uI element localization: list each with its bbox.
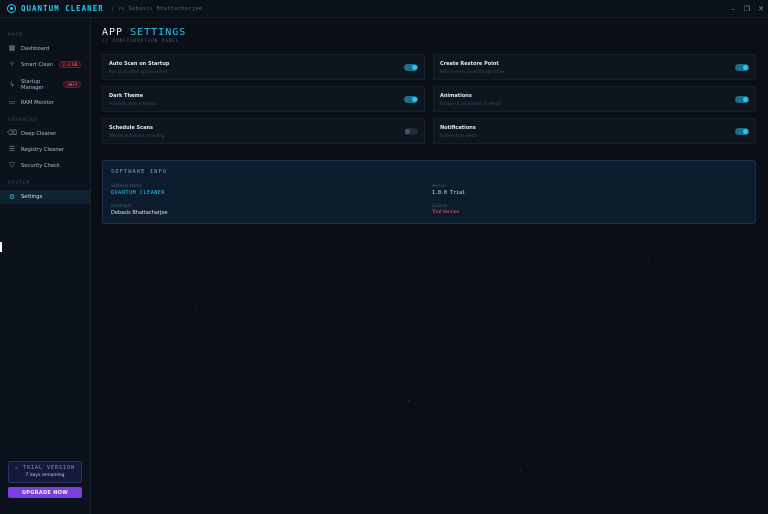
version-value: 1.0.0 Trial bbox=[432, 190, 466, 196]
section-label-advanced: ADVANCED bbox=[8, 118, 38, 123]
restore-point-toggle[interactable] bbox=[735, 64, 749, 71]
background-star bbox=[290, 356, 291, 357]
background-star bbox=[597, 379, 598, 380]
sidebar-item-label: RAM Monitor bbox=[21, 99, 54, 106]
background-star bbox=[648, 258, 649, 259]
sidebar-item-label: Deep Cleaner bbox=[21, 130, 57, 137]
sidebar-item-settings[interactable]: ⚙ Settings bbox=[0, 190, 90, 204]
software-name-value: QUANTUM CLEANER bbox=[111, 190, 166, 196]
section-label-system: SYSTEM bbox=[8, 181, 31, 186]
sidebar-item-label: Registry Cleaner bbox=[21, 146, 64, 153]
app-logo-icon bbox=[7, 4, 16, 13]
trial-title: ⚠ TRIAL VERSION bbox=[14, 465, 76, 471]
sidebar-item-ram-monitor[interactable]: ▭ RAM Monitor bbox=[0, 97, 90, 108]
setting-name: Schedule Scans bbox=[109, 125, 153, 131]
setting-card-schedule-scans: Schedule Scans Weekly automatic scanning bbox=[102, 118, 425, 144]
memory-icon: ▭ bbox=[8, 98, 16, 106]
background-star bbox=[196, 305, 197, 306]
startup-badge: 4034 bbox=[63, 81, 81, 88]
sidebar: MAIN ▦ Dashboard ✧ Smart Clean 2.3 GB ϟ … bbox=[0, 18, 91, 514]
sidebar-item-security-check[interactable]: ⛉ Security Check bbox=[0, 160, 90, 171]
background-star bbox=[408, 400, 409, 401]
sidebar-item-label: Settings bbox=[21, 194, 43, 200]
upgrade-button[interactable]: UPGRADE NOW bbox=[8, 487, 82, 498]
setting-desc: Weekly automatic scanning bbox=[109, 133, 165, 138]
bolt-icon: ϟ bbox=[9, 80, 15, 89]
setting-desc: Run scan when app launches bbox=[109, 69, 168, 74]
page-title-accent: SETTINGS bbox=[130, 27, 187, 38]
developer-value: Debasis Bhattacharjee bbox=[111, 210, 168, 216]
sparkle-icon: ✧ bbox=[9, 60, 15, 68]
schedule-scans-toggle[interactable] bbox=[404, 128, 418, 135]
sidebar-item-label: Startup Manager bbox=[21, 78, 44, 92]
setting-name: Notifications bbox=[440, 125, 476, 131]
setting-name: Auto Scan on Startup bbox=[109, 61, 170, 67]
app-title: QUANTUM CLEANER bbox=[21, 4, 104, 13]
smart-clean-badge: 2.3 GB bbox=[58, 61, 81, 68]
sidebar-item-label: Dashboard bbox=[21, 45, 50, 52]
edge-marker bbox=[0, 242, 2, 252]
title-bar: QUANTUM CLEANER | vs Debasis Bhattacharj… bbox=[0, 0, 768, 18]
background-star bbox=[520, 470, 521, 471]
setting-card-notifications: Notifications System tray alerts bbox=[433, 118, 756, 144]
setting-desc: Futuristic dark interface bbox=[109, 101, 157, 106]
grid-icon: ▦ bbox=[8, 44, 16, 52]
software-name-label: Software Name bbox=[111, 183, 142, 188]
setting-desc: System tray alerts bbox=[440, 133, 477, 138]
dark-theme-toggle[interactable] bbox=[404, 96, 418, 103]
license-value: Trial Version bbox=[432, 210, 460, 215]
sidebar-item-startup-manager[interactable]: ϟ Startup Manager 4034 bbox=[0, 76, 90, 94]
auto-scan-toggle[interactable] bbox=[404, 64, 418, 71]
software-info-panel: SOFTWARE INFO Software Name QUANTUM CLEA… bbox=[102, 160, 756, 224]
sidebar-item-label: Smart Clean bbox=[21, 61, 54, 68]
minimize-button[interactable]: – bbox=[726, 0, 740, 18]
sidebar-item-deep-cleaner[interactable]: ⌫ Deep Cleaner bbox=[0, 128, 90, 139]
setting-card-animations: Animations Enable UI animations & effect… bbox=[433, 86, 756, 112]
sidebar-item-registry-cleaner[interactable]: ☰ Registry Cleaner bbox=[0, 144, 90, 155]
title-separator: | bbox=[111, 4, 115, 13]
close-button[interactable]: ✕ bbox=[754, 0, 768, 18]
setting-desc: Before every cleaning operation bbox=[440, 69, 505, 74]
animations-toggle[interactable] bbox=[735, 96, 749, 103]
setting-card-restore-point: Create Restore Point Before every cleani… bbox=[433, 54, 756, 80]
software-info-title: SOFTWARE INFO bbox=[111, 169, 168, 175]
setting-name: Animations bbox=[440, 93, 472, 99]
setting-desc: Enable UI animations & effects bbox=[440, 101, 502, 106]
shield-icon: ⛉ bbox=[9, 161, 15, 169]
app-subtitle: vs Debasis Bhattacharjee bbox=[118, 5, 203, 12]
license-label: License bbox=[432, 203, 448, 208]
trash-icon: ⌫ bbox=[7, 129, 17, 137]
page-subtitle: // CONFIGURATION PANEL bbox=[102, 39, 180, 44]
sidebar-item-dashboard[interactable]: ▦ Dashboard bbox=[0, 43, 90, 54]
gear-icon: ⚙ bbox=[8, 192, 16, 201]
trial-box: ⚠ TRIAL VERSION 7 days remaining bbox=[8, 461, 82, 483]
page-title-plain: APP bbox=[102, 27, 131, 38]
sidebar-item-label: Security Check bbox=[21, 162, 60, 169]
setting-card-dark-theme: Dark Theme Futuristic dark interface bbox=[102, 86, 425, 112]
developer-label: Developer bbox=[111, 203, 132, 208]
setting-card-auto-scan: Auto Scan on Startup Run scan when app l… bbox=[102, 54, 425, 80]
list-icon: ☰ bbox=[8, 145, 16, 153]
window-controls: – ❐ ✕ bbox=[726, 0, 768, 18]
trial-days: 7 days remaining bbox=[25, 473, 65, 478]
notifications-toggle[interactable] bbox=[735, 128, 749, 135]
page-title: APP SETTINGS bbox=[102, 27, 186, 38]
setting-name: Dark Theme bbox=[109, 93, 144, 99]
section-label-main: MAIN bbox=[8, 33, 23, 38]
maximize-button[interactable]: ❐ bbox=[740, 0, 754, 18]
sidebar-item-smart-clean[interactable]: ✧ Smart Clean 2.3 GB bbox=[0, 59, 90, 70]
version-label: Version bbox=[432, 183, 447, 188]
setting-name: Create Restore Point bbox=[440, 61, 499, 67]
